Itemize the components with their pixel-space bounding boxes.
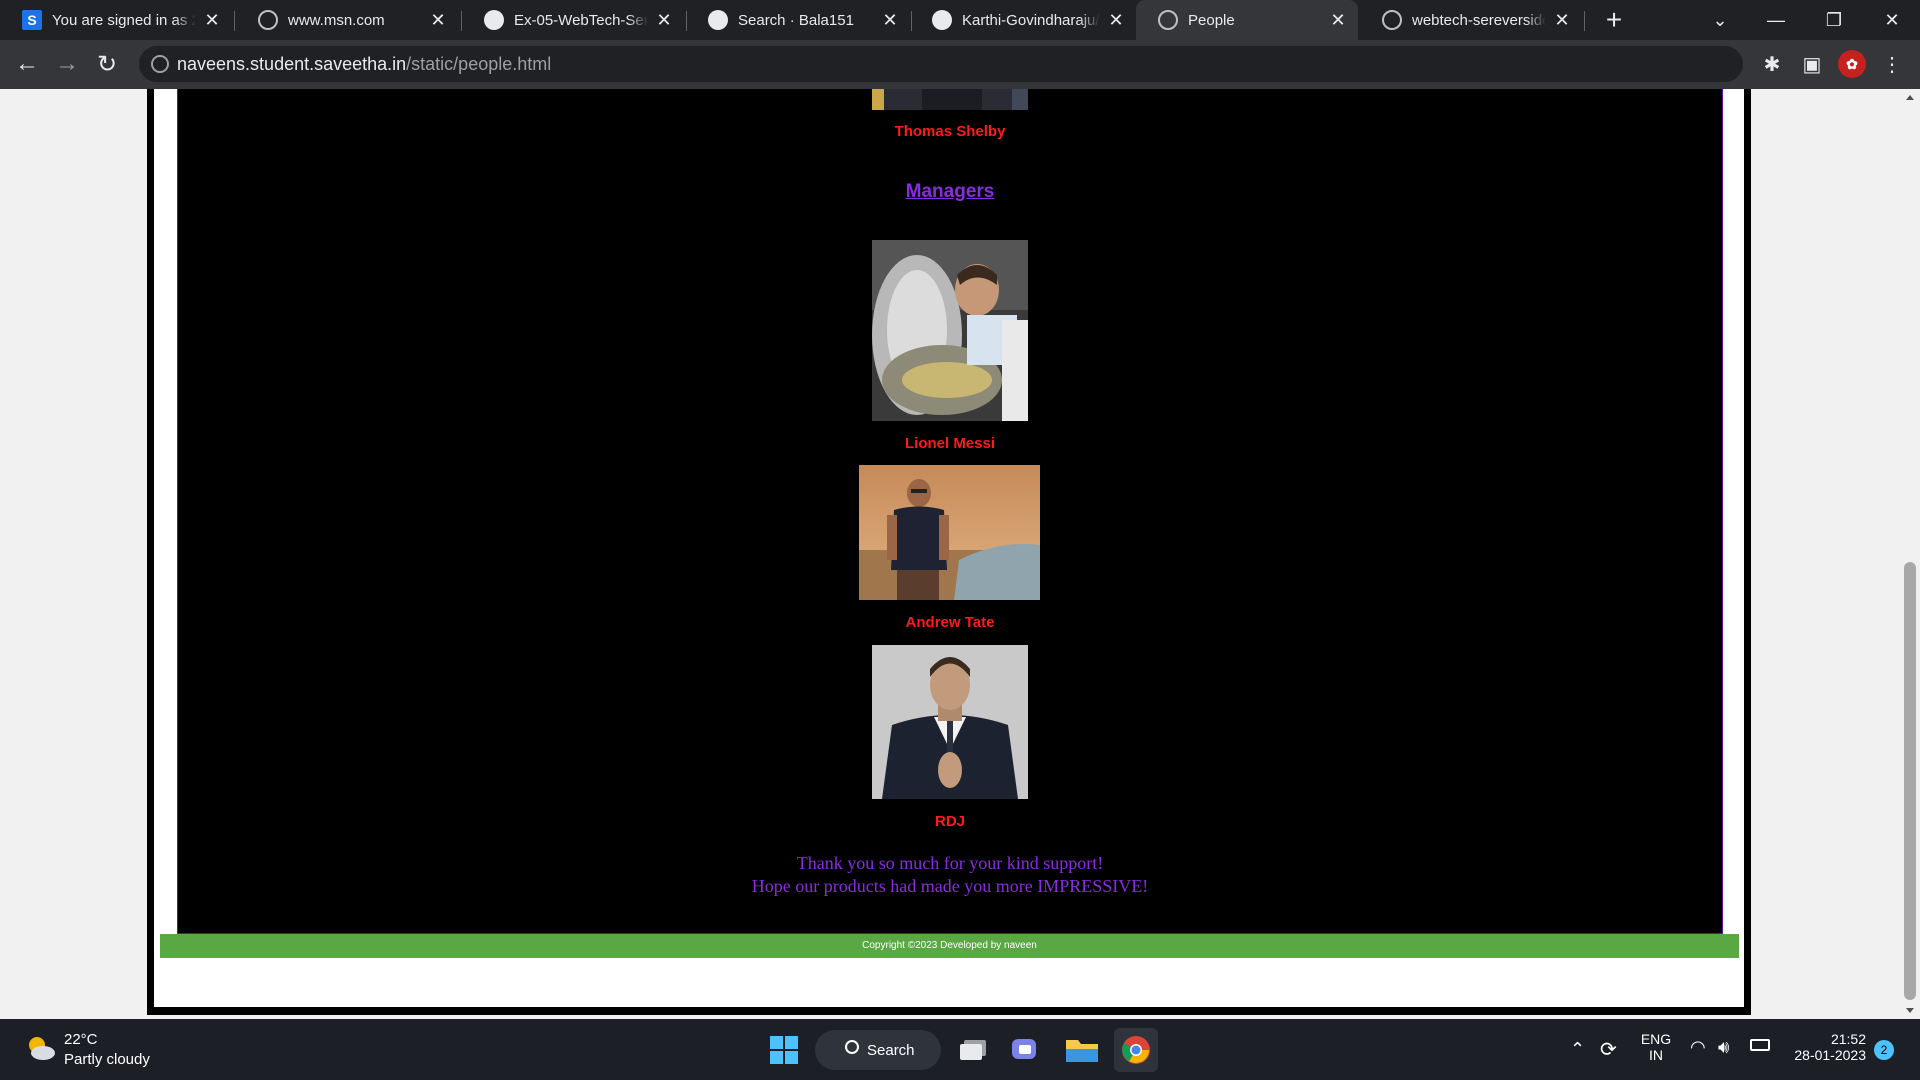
language-region: IN [1649, 1047, 1663, 1063]
chrome-taskbar-icon[interactable] [1114, 1028, 1158, 1072]
tab-karthi[interactable]: Karthi-Govindharaju/E ✕ [910, 0, 1136, 40]
minimize-button[interactable]: — [1748, 0, 1804, 40]
language-code: ENG [1640, 1031, 1672, 1047]
taskbar-search[interactable]: Search [815, 1030, 941, 1070]
tab-webtech[interactable]: webtech-sereverside ( ✕ [1360, 0, 1582, 40]
tab-ex05[interactable]: Ex-05-WebTech-Serve ✕ [462, 0, 684, 40]
github-icon [932, 10, 952, 30]
scroll-down-arrow-icon[interactable] [1906, 1008, 1914, 1013]
thomas-shelby-photo [872, 89, 1028, 110]
tab-title: www.msn.com [288, 11, 385, 29]
clock-time: 21:52 [1830, 1031, 1866, 1047]
notification-badge[interactable]: 2 [1874, 1040, 1894, 1060]
close-icon[interactable]: ✕ [880, 10, 900, 30]
close-icon[interactable]: ✕ [202, 10, 222, 30]
sync-icon[interactable]: ⟳ [1600, 1037, 1617, 1062]
profile-avatar[interactable]: ✿ [1838, 50, 1866, 78]
teams-chat-icon[interactable] [1005, 1028, 1049, 1072]
page-footer: Copyright ©2023 Developed by naveen [160, 934, 1739, 958]
scroll-up-arrow-icon[interactable] [1906, 95, 1914, 100]
clock[interactable]: 21:52 28-01-2023 [1790, 1031, 1866, 1063]
scrollbar-thumb[interactable] [1904, 562, 1916, 1000]
close-icon[interactable]: ✕ [1552, 10, 1572, 30]
site-info-icon[interactable] [151, 55, 169, 73]
extensions-icon[interactable]: ✱ [1758, 50, 1786, 78]
tab-title: Karthi-Govindharaju/E [962, 11, 1100, 29]
address-bar[interactable]: naveens.student.saveetha.in/static/peopl… [139, 46, 1743, 82]
thanks-line-2: Hope our products had made you more IMPR… [751, 876, 1149, 896]
tab-people[interactable]: People ✕ [1136, 0, 1358, 40]
file-explorer-icon[interactable] [1060, 1028, 1104, 1072]
page-scrollbar[interactable] [1900, 89, 1920, 1019]
forward-arrow-icon[interactable]: → [51, 48, 83, 80]
thanks-line-1: Thank you so much for your kind support! [796, 853, 1104, 873]
task-view-icon[interactable] [951, 1028, 995, 1072]
andrew-tate-photo [859, 465, 1040, 600]
thanks-message: Thank you so much for your kind support!… [550, 852, 1350, 898]
globe-icon [1158, 10, 1178, 30]
browser-toolbar: ← → ↻ naveens.student.saveetha.in/static… [0, 40, 1920, 89]
rdj-photo [872, 645, 1028, 799]
github-icon [708, 10, 728, 30]
globe-icon [1382, 10, 1402, 30]
tab-title: Search · Bala151 [738, 11, 854, 29]
page-viewport: Thomas Shelby Managers Lionel Messi Andr… [0, 89, 1920, 1019]
s-icon: S [22, 10, 42, 30]
menu-icon[interactable]: ⋮ [1878, 50, 1906, 78]
close-icon[interactable]: ✕ [654, 10, 674, 30]
github-icon [484, 10, 504, 30]
clock-date: 28-01-2023 [1794, 1047, 1866, 1063]
battery-icon[interactable] [1750, 1039, 1770, 1051]
volume-icon[interactable]: 🔊︎ [1718, 1037, 1729, 1058]
close-icon[interactable]: ✕ [1328, 10, 1348, 30]
weather-temperature[interactable]: 22°C [64, 1031, 98, 1048]
show-hidden-icons-chevron-icon[interactable]: ⌃ [1570, 1039, 1585, 1060]
partly-cloudy-icon[interactable] [24, 1034, 56, 1062]
tab-title: You are signed in as 2 [52, 11, 196, 29]
person-name: Lionel Messi [904, 435, 996, 452]
managers-heading[interactable]: Managers [750, 181, 1150, 203]
tab-title: webtech-sereverside ( [1412, 11, 1546, 29]
back-arrow-icon[interactable]: ← [11, 48, 43, 80]
windows-taskbar: 22°C Partly cloudy Search ⌃ ⟳ ENG IN ◠ 🔊… [0, 1019, 1920, 1080]
person-name: Thomas Shelby [894, 123, 1006, 140]
weather-description[interactable]: Partly cloudy [64, 1051, 150, 1068]
tab-title: Ex-05-WebTech-Serve [514, 11, 648, 29]
lionel-messi-photo [872, 240, 1028, 421]
globe-icon [258, 10, 278, 30]
side-panel-icon[interactable]: ▣ [1798, 50, 1826, 78]
taskbar-search-label: Search [867, 1041, 915, 1059]
language-indicator[interactable]: ENG IN [1638, 1031, 1674, 1063]
url-text[interactable]: naveens.student.saveetha.in/static/peopl… [177, 54, 551, 75]
close-icon[interactable]: ✕ [1106, 10, 1126, 30]
restore-button[interactable]: ❐ [1806, 0, 1862, 40]
new-tab-button[interactable]: + [1598, 4, 1630, 36]
person-name: Andrew Tate [905, 614, 995, 631]
tab-signed-in[interactable]: S You are signed in as 2 ✕ [0, 0, 232, 40]
tab-search-bala[interactable]: Search · Bala151 ✕ [686, 0, 910, 40]
tab-title: People [1188, 11, 1235, 29]
search-icon [845, 1040, 859, 1054]
close-window-button[interactable]: ✕ [1864, 0, 1920, 40]
reload-icon[interactable]: ↻ [91, 48, 123, 80]
person-name: RDJ [934, 813, 965, 830]
wifi-icon[interactable]: ◠ [1690, 1037, 1706, 1058]
tab-strip: S You are signed in as 2 ✕ www.msn.com ✕… [0, 0, 1920, 40]
close-icon[interactable]: ✕ [428, 10, 448, 30]
windows-start-icon[interactable] [762, 1028, 806, 1072]
tab-msn[interactable]: www.msn.com ✕ [236, 0, 458, 40]
tab-search-chevron-icon[interactable]: ⌄ [1692, 0, 1748, 40]
